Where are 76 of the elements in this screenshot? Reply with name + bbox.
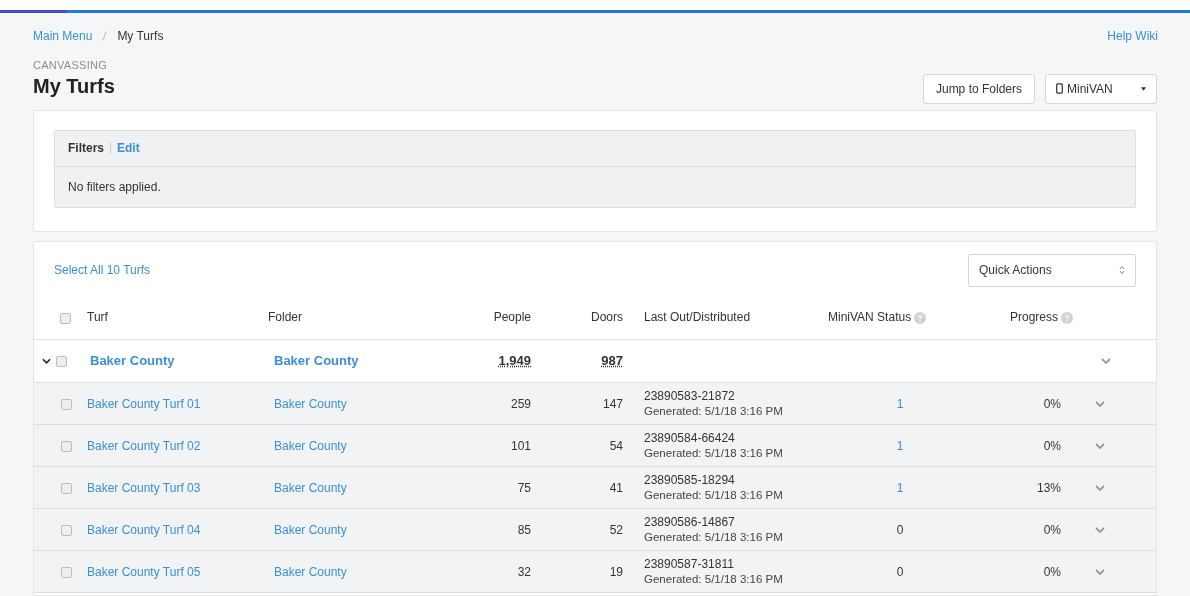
checkbox[interactable] bbox=[61, 398, 72, 410]
table-cell: 0 bbox=[896, 522, 904, 537]
table-cell: 32 bbox=[517, 564, 531, 579]
turf-link[interactable]: Baker County bbox=[90, 353, 175, 369]
folder-link[interactable]: Baker County bbox=[274, 396, 347, 411]
folder-link[interactable]: Baker County bbox=[274, 353, 359, 369]
chevron-down-icon[interactable] bbox=[42, 358, 51, 364]
filters-message: No filters applied. bbox=[68, 178, 161, 196]
column-header: People bbox=[493, 310, 531, 325]
table-cell: 85 bbox=[517, 522, 531, 537]
column-header: Last Out/Distributed bbox=[644, 310, 751, 325]
table-cell-text: 23890584-66424 bbox=[644, 430, 736, 446]
column-header: Doors bbox=[591, 310, 623, 325]
column-header: MiniVAN Status bbox=[828, 310, 912, 325]
progress-value: 0% bbox=[1042, 521, 1062, 539]
help-icon[interactable] bbox=[914, 312, 927, 325]
table-cell: 52 bbox=[609, 522, 623, 537]
section-label: CANVASSING bbox=[33, 58, 109, 73]
quick-actions-select[interactable]: Quick Actions bbox=[968, 253, 1136, 287]
table-cell: 19 bbox=[609, 564, 623, 579]
table-cell: 259 bbox=[510, 396, 531, 411]
generated-date: Generated: 5/1/18 3:16 PM bbox=[644, 445, 784, 461]
progress-value: 0% bbox=[1042, 395, 1062, 413]
checkbox[interactable] bbox=[60, 312, 71, 324]
minivan-menu-button[interactable]: MiniVAN bbox=[1045, 73, 1157, 104]
status-link[interactable]: 1 bbox=[896, 396, 904, 411]
checkbox[interactable] bbox=[61, 566, 72, 578]
generated-date: Generated: 5/1/18 3:16 PM bbox=[644, 487, 784, 503]
help-link[interactable]: Help Wiki bbox=[1107, 27, 1158, 45]
table-cell-text: 23890586-14867 bbox=[644, 514, 736, 530]
folder-link[interactable]: Baker County bbox=[274, 438, 347, 453]
sort-arrows-icon bbox=[1119, 265, 1125, 275]
turf-link[interactable]: Baker County Turf 01 bbox=[87, 396, 201, 411]
table-cell: 75 bbox=[517, 480, 531, 495]
progress-value: 0% bbox=[1042, 437, 1062, 455]
current-page-label: My Turfs bbox=[117, 28, 164, 45]
status-link[interactable]: 1 bbox=[896, 438, 904, 453]
progress-value: 0% bbox=[1042, 563, 1062, 581]
turf-link[interactable]: Baker County Turf 04 bbox=[87, 522, 201, 537]
table-cell: 101 bbox=[510, 438, 531, 453]
table-cell: 147 bbox=[602, 396, 623, 411]
edit-link[interactable]: Edit bbox=[117, 139, 140, 157]
turf-link[interactable]: Baker County Turf 03 bbox=[87, 480, 201, 495]
table-cell: 987 bbox=[601, 353, 623, 369]
status-link[interactable]: 1 bbox=[896, 480, 904, 495]
column-header: Progress bbox=[1009, 310, 1058, 325]
column-header: Turf bbox=[87, 310, 108, 325]
checkbox[interactable] bbox=[61, 482, 72, 494]
table-cell-text: 23890585-18294 bbox=[644, 472, 736, 488]
page-title: My Turfs bbox=[33, 73, 115, 98]
select-all-link[interactable]: Select All 10 Turfs bbox=[54, 261, 151, 279]
caret-icon bbox=[1141, 86, 1146, 91]
generated-date: Generated: 5/1/18 3:16 PM bbox=[644, 529, 784, 545]
progress-value: 13% bbox=[1035, 479, 1062, 497]
checkbox[interactable] bbox=[61, 440, 72, 452]
turf-link[interactable]: Baker County Turf 02 bbox=[87, 438, 201, 453]
checkbox[interactable] bbox=[56, 355, 67, 367]
filters-title: Filters bbox=[68, 140, 104, 157]
folder-link[interactable]: Baker County bbox=[274, 564, 347, 579]
checkbox[interactable] bbox=[61, 524, 72, 536]
generated-date: Generated: 5/1/18 3:16 PM bbox=[644, 403, 784, 419]
breadcrumb-link[interactable]: Main Menu bbox=[33, 27, 93, 45]
column-header: Folder bbox=[268, 310, 302, 325]
table-cell-text: 23890587-31811 bbox=[644, 556, 735, 572]
turf-link[interactable]: Baker County Turf 05 bbox=[87, 564, 201, 579]
folder-link[interactable]: Baker County bbox=[274, 480, 347, 495]
table-cell: 0 bbox=[896, 564, 904, 579]
jump-button[interactable]: Jump to Folders bbox=[922, 73, 1035, 104]
folder-link[interactable]: Baker County bbox=[274, 522, 347, 537]
generated-date: Generated: 5/1/18 3:16 PM bbox=[644, 571, 784, 587]
table-cell: 41 bbox=[609, 480, 623, 495]
table-cell: 54 bbox=[609, 438, 623, 453]
help-icon[interactable] bbox=[1061, 312, 1073, 325]
table-cell: 1,949 bbox=[498, 353, 531, 369]
phone-icon bbox=[1056, 83, 1063, 94]
table-cell-text: 23890583-21872 bbox=[644, 388, 736, 404]
